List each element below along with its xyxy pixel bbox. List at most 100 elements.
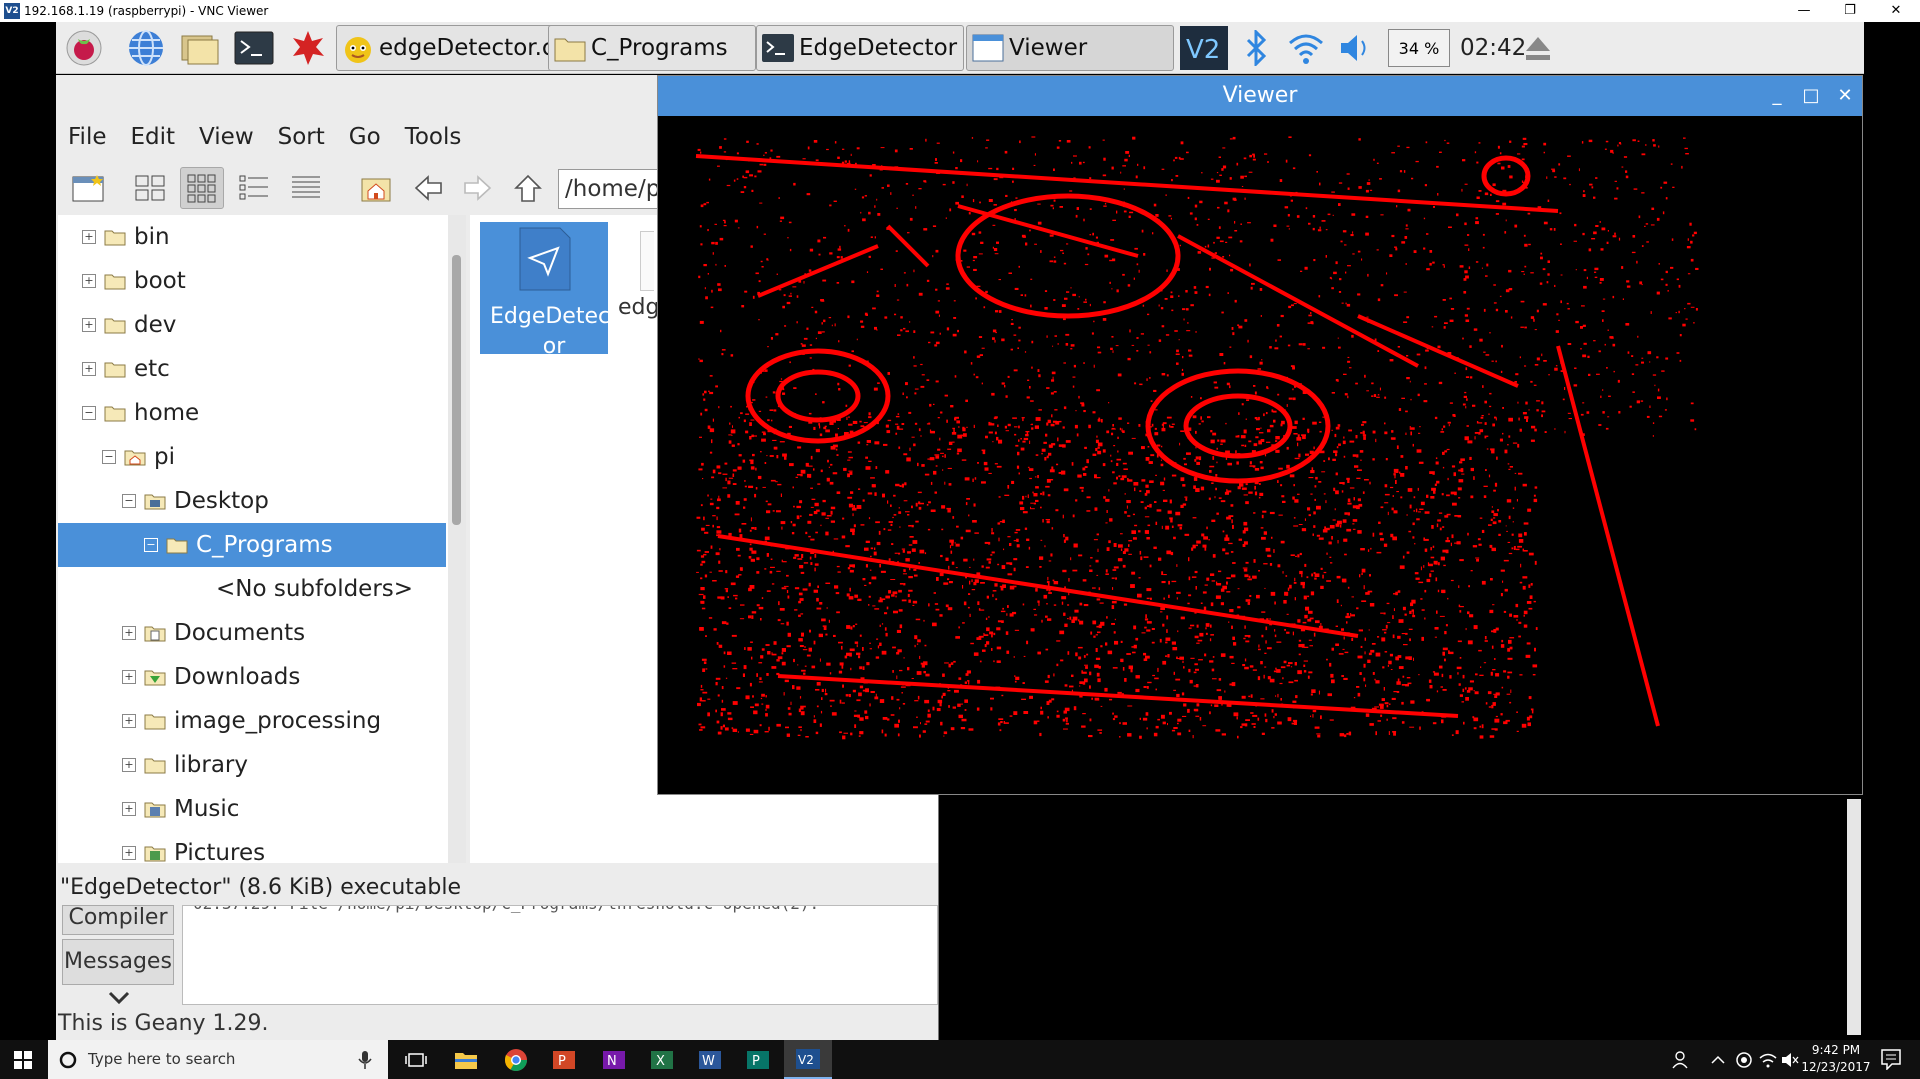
task-button-edgedetector[interactable]: EdgeDetector (756, 25, 964, 71)
compact-view-button[interactable] (232, 167, 276, 209)
system-clock[interactable]: 9:42 PM 12/23/2017 (1796, 1042, 1876, 1076)
menu-view[interactable]: View (187, 119, 266, 155)
home-button[interactable] (354, 167, 398, 209)
tree-item-pi[interactable]: − pi (58, 435, 446, 479)
task-button-c-programs[interactable]: C_Programs (548, 25, 756, 71)
show-hidden-icons-chevron-icon[interactable] (1710, 1050, 1726, 1074)
expand-icon[interactable]: + (122, 626, 136, 640)
path-input[interactable]: /home/pi (558, 169, 658, 209)
web-browser-launcher[interactable] (126, 28, 166, 68)
word-icon: W (699, 1050, 721, 1069)
expand-icon[interactable]: + (122, 846, 136, 860)
tree-item-etc[interactable]: + etc (58, 347, 446, 391)
expand-icon[interactable]: + (122, 802, 136, 816)
expand-icon[interactable]: + (82, 274, 96, 288)
collapse-icon[interactable]: − (122, 494, 136, 508)
collapse-icon[interactable]: − (144, 538, 158, 552)
network-icon[interactable] (1758, 1050, 1778, 1074)
mathematica-launcher[interactable] (288, 28, 328, 68)
powerpoint-button[interactable]: P (540, 1040, 588, 1079)
tree-scrollbar[interactable] (448, 215, 466, 863)
folder-icon (144, 758, 166, 773)
eject-button[interactable] (1518, 28, 1558, 68)
thumbnail-view-button[interactable] (180, 167, 224, 209)
bluetooth-icon (1246, 30, 1267, 66)
vnc-close-button[interactable]: ✕ (1876, 2, 1916, 20)
tree-item-dev[interactable]: + dev (58, 303, 446, 347)
record-icon[interactable] (1734, 1050, 1754, 1074)
viewer-maximize-button[interactable]: □ (1794, 76, 1828, 116)
menu-tools[interactable]: Tools (393, 119, 474, 155)
tree-item-downloads[interactable]: + Downloads (58, 655, 446, 699)
tree-item-c-programs[interactable]: − C_Programs (58, 523, 446, 567)
viewer-minimize-button[interactable]: _ (1760, 76, 1794, 116)
expand-icon[interactable]: + (122, 714, 136, 728)
tree-item-documents[interactable]: + Documents (58, 611, 446, 655)
expand-icon[interactable]: + (82, 318, 96, 332)
file-item-partial-icon[interactable] (640, 231, 654, 291)
viewer-close-button[interactable]: ✕ (1828, 76, 1862, 116)
bluetooth-button[interactable] (1236, 28, 1276, 68)
new-window-button[interactable] (66, 167, 110, 209)
icon-view-button[interactable] (128, 167, 172, 209)
task-button-viewer[interactable]: Viewer (966, 25, 1174, 71)
tree-item-bin[interactable]: + bin (58, 215, 446, 259)
collapse-icon[interactable]: − (102, 450, 116, 464)
cpu-usage-monitor[interactable]: 34 % (1388, 29, 1450, 67)
onenote-button[interactable]: N (590, 1040, 638, 1079)
terminal-scrollbar[interactable] (1847, 799, 1861, 1035)
scrollbar-thumb[interactable] (452, 255, 461, 525)
tree-item-desktop[interactable]: − Desktop (58, 479, 446, 523)
back-button[interactable] (406, 167, 450, 209)
file-item-edgedetector[interactable]: EdgeDetect or (480, 222, 619, 359)
mathematica-star-icon (293, 31, 324, 65)
tree-item-image-processing[interactable]: + image_processing (58, 699, 446, 743)
menu-go[interactable]: Go (337, 119, 393, 155)
up-button[interactable] (506, 167, 550, 209)
excel-button[interactable]: X (638, 1040, 686, 1079)
menu-file[interactable]: File (56, 119, 119, 155)
tree-item-music[interactable]: + Music (58, 787, 446, 831)
expand-icon[interactable]: + (122, 758, 136, 772)
viewer-title-bar[interactable]: Viewer (658, 76, 1862, 116)
expand-icon[interactable]: + (82, 362, 96, 376)
vnc-server-tray-button[interactable]: V2 (1180, 26, 1228, 70)
arrow-right-icon (464, 175, 492, 201)
file-item-label[interactable]: edg (618, 295, 659, 320)
start-button[interactable] (0, 1040, 46, 1079)
wifi-icon (1289, 34, 1323, 64)
raspberry-menu-button[interactable] (64, 28, 104, 68)
tab-compiler[interactable]: Compiler (62, 905, 174, 935)
wifi-button[interactable] (1286, 28, 1326, 68)
tree-item-home[interactable]: − home (58, 391, 446, 435)
tree-item-boot[interactable]: + boot (58, 259, 446, 303)
file-explorer-button[interactable] (442, 1040, 490, 1079)
detailed-list-view-button[interactable] (284, 167, 328, 209)
forward-button[interactable] (456, 167, 500, 209)
action-center-icon[interactable] (1880, 1048, 1902, 1074)
chrome-button[interactable] (492, 1040, 540, 1079)
expand-icon[interactable]: + (82, 230, 96, 244)
menu-sort[interactable]: Sort (266, 119, 337, 155)
chevron-down-icon[interactable] (104, 989, 134, 1007)
terminal-launcher[interactable] (234, 28, 274, 68)
volume-button[interactable] (1336, 28, 1376, 68)
tree-item-library[interactable]: + library (58, 743, 446, 787)
people-icon[interactable] (1672, 1050, 1692, 1074)
vnc-maximize-button[interactable]: ❐ (1830, 2, 1870, 20)
tree-item-pictures[interactable]: + Pictures (58, 831, 446, 863)
microphone-icon[interactable] (358, 1050, 372, 1070)
expand-icon[interactable]: + (122, 670, 136, 684)
vnc-viewer-button[interactable]: V2 (784, 1040, 832, 1079)
task-view-button[interactable] (392, 1040, 440, 1079)
menu-edit[interactable]: Edit (119, 119, 188, 155)
word-button[interactable]: W (686, 1040, 734, 1079)
vnc-minimize-button[interactable]: — (1784, 2, 1824, 20)
file-manager-launcher[interactable] (180, 28, 220, 68)
vnc-window-title: 192.168.1.19 (raspberrypi) - VNC Viewer (24, 4, 269, 18)
tab-messages[interactable]: Messages (62, 939, 174, 985)
panel-clock[interactable]: 02:42 (1460, 30, 1526, 66)
publisher-button[interactable]: P (734, 1040, 782, 1079)
collapse-icon[interactable]: − (82, 406, 96, 420)
search-box[interactable]: Type here to search (48, 1040, 388, 1079)
